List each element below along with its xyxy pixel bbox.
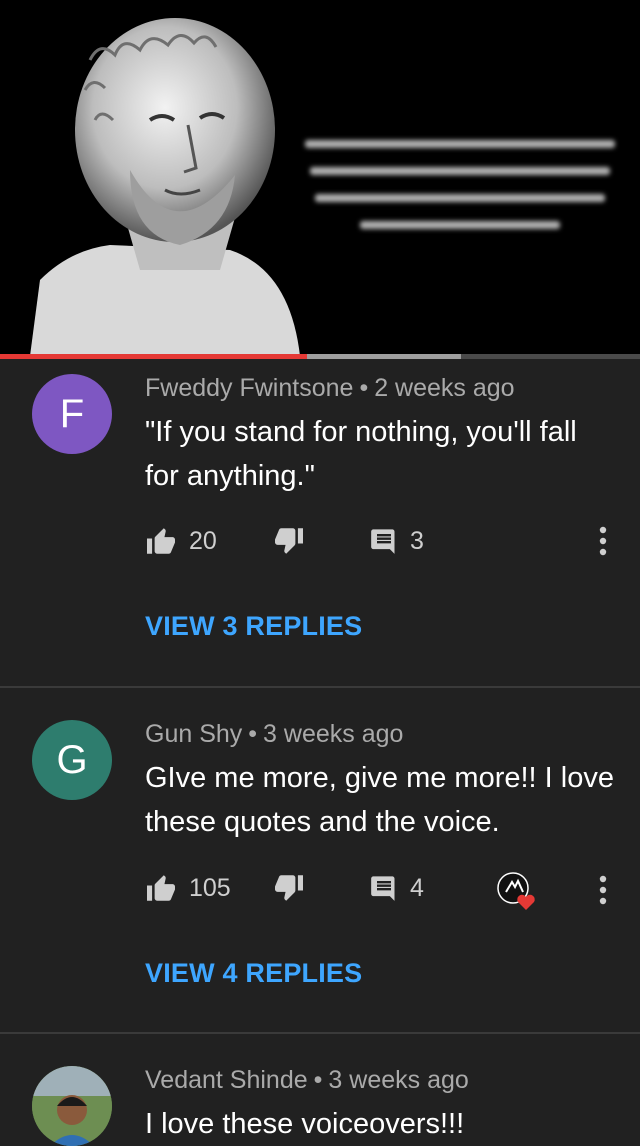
thumbs-up-icon [147, 875, 175, 901]
comment-actions: 20 3 [145, 521, 625, 561]
blurred-quote-text [300, 140, 620, 240]
comment-author[interactable]: Fweddy Fwintsone [145, 374, 353, 402]
avatar-letter: F [59, 391, 85, 436]
thumbs-up-icon [147, 528, 175, 554]
comment-text: GIve me more, give me more!! I love thes… [145, 762, 614, 838]
avatar[interactable]: F [32, 374, 112, 454]
meta-separator: • [313, 1066, 323, 1094]
user-photo-avatar [32, 1066, 112, 1146]
comment-meta: Vedant Shinde • 3 weeks ago [145, 1066, 469, 1095]
view-replies-link[interactable]: VIEW 3 REPLIES [145, 611, 362, 642]
reply-count: 4 [410, 873, 424, 902]
like-button[interactable]: 105 [145, 868, 231, 908]
more-options-icon[interactable] [598, 526, 608, 556]
reply-button[interactable]: 4 [370, 868, 424, 908]
thumbs-down-icon [275, 528, 303, 554]
thumbs-down-icon [275, 875, 303, 901]
comment-text: "If you stand for nothing, you'll fall f… [145, 416, 577, 492]
creator-heart-icon [497, 872, 535, 910]
comment-icon [371, 876, 395, 901]
dislike-button[interactable] [273, 868, 305, 908]
comment-author[interactable]: Gun Shy [145, 720, 242, 748]
comment-item: Vedant Shinde • 3 weeks ago I love these v… [0, 1034, 640, 1146]
reply-button[interactable]: 3 [370, 521, 424, 561]
avatar[interactable] [32, 1066, 112, 1146]
comment-text: I love these voiceovers!!! [145, 1108, 465, 1140]
like-button[interactable]: 20 [145, 521, 217, 561]
comment-author[interactable]: Vedant Shinde [145, 1066, 308, 1094]
comment-time: 2 weeks ago [374, 374, 515, 402]
dislike-button[interactable] [273, 521, 305, 561]
meta-separator: • [248, 720, 258, 748]
comment-time: 3 weeks ago [263, 720, 404, 748]
comment-meta: Gun Shy • 3 weeks ago [145, 720, 403, 749]
comment-item: G Gun Shy • 3 weeks ago GIve me more, give… [0, 688, 640, 1034]
comment-meta: Fweddy Fwintsone • 2 weeks ago [145, 374, 515, 403]
philosopher-bust-image [30, 18, 300, 356]
video-player[interactable] [0, 0, 640, 356]
comment-item: F Fweddy Fwintsone • 2 weeks ago "If you s… [0, 359, 640, 688]
more-options-icon[interactable] [598, 875, 608, 905]
avatar-letter: G [56, 737, 88, 782]
like-count: 20 [189, 526, 217, 555]
comment-icon [371, 529, 395, 554]
like-count: 105 [189, 873, 231, 902]
view-replies-link[interactable]: VIEW 4 REPLIES [145, 958, 362, 989]
comment-time: 3 weeks ago [328, 1066, 469, 1094]
reply-count: 3 [410, 526, 424, 555]
avatar[interactable]: G [32, 720, 112, 800]
meta-separator: • [359, 374, 369, 402]
comment-actions: 105 4 [145, 868, 625, 910]
